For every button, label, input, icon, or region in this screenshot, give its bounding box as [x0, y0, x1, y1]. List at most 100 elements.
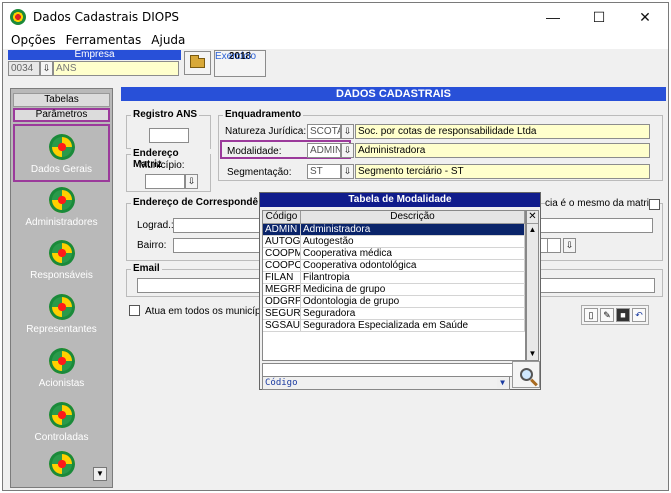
- exercicio-label: Exercício: [215, 51, 257, 62]
- municipio-corresp-field[interactable]: [547, 238, 561, 253]
- row-code: SEGUR: [265, 308, 301, 319]
- exercicio-box: Exercício 2018: [214, 50, 266, 77]
- undo-icon[interactable]: ↶: [632, 308, 646, 322]
- globe-icon: [48, 187, 75, 213]
- close-icon[interactable]: ✕: [527, 211, 538, 224]
- municipio-label: Município:: [139, 160, 185, 171]
- globe-icon: [48, 294, 75, 320]
- registro-ans-field[interactable]: [149, 128, 189, 143]
- nav-scroll-down-button[interactable]: ▼: [93, 467, 107, 481]
- row-desc: Cooperativa odontológica: [301, 260, 525, 271]
- lograd-label: Lograd.:: [137, 220, 174, 231]
- municipio-field[interactable]: [145, 174, 185, 189]
- left-nav: Tabelas Parâmetros Dados Gerais Administ…: [10, 88, 113, 488]
- search-icon: [519, 368, 533, 381]
- atua-todos-checkbox[interactable]: [129, 305, 140, 316]
- tab-tabelas[interactable]: Tabelas: [13, 93, 110, 107]
- empresa-code-field[interactable]: 0034: [8, 61, 40, 76]
- row-code: COOPO: [265, 260, 301, 271]
- table-row[interactable]: MEGRP Medicina de grupo: [263, 284, 525, 296]
- natureza-code-field[interactable]: SCOTA: [307, 124, 341, 139]
- nav-item-representantes[interactable]: Representantes: [13, 286, 110, 344]
- menu-ferramentas[interactable]: Ferramentas: [66, 33, 142, 47]
- search-input[interactable]: [262, 363, 526, 377]
- row-desc: Odontologia de grupo: [301, 296, 525, 307]
- row-code: MEGRP: [265, 284, 301, 295]
- menu-bar: Opções Ferramentas Ajuda: [3, 31, 668, 49]
- table-row[interactable]: COOPM Cooperativa médica: [263, 248, 525, 260]
- modalidade-desc-field: Administradora: [355, 143, 650, 158]
- grid-header: Código Descrição: [263, 211, 525, 224]
- menu-ajuda[interactable]: Ajuda: [151, 33, 185, 47]
- nav-item-responsaveis[interactable]: Responsáveis: [13, 232, 110, 290]
- chevron-down-icon: ▼: [497, 378, 508, 388]
- nav-label: Representantes: [26, 324, 97, 335]
- row-code: ADMIN: [263, 224, 301, 235]
- maximize-button[interactable]: ☐: [576, 3, 622, 31]
- municipio-dropdown-button[interactable]: ⇩: [185, 174, 198, 189]
- window-title: Dados Cadastrais DIOPS: [33, 10, 180, 24]
- segmentacao-code-field[interactable]: ST: [307, 164, 341, 179]
- nav-item-controladas[interactable]: Controladas: [13, 394, 110, 452]
- table-row[interactable]: SEGUR Seguradora: [263, 308, 525, 320]
- nav-item-acionistas[interactable]: Acionistas: [13, 340, 110, 398]
- search-by-value: Código: [265, 378, 298, 388]
- col-desc-header[interactable]: Descrição: [301, 211, 525, 223]
- empresa-name-field[interactable]: ANS: [53, 61, 179, 76]
- bairro-label: Bairro:: [137, 240, 167, 251]
- registro-ans-group: Registro ANS: [126, 109, 211, 149]
- record-toolbar: ▯ ✎ ■ ↶: [581, 305, 649, 325]
- save-icon[interactable]: ■: [616, 308, 630, 322]
- popup-title: Tabela de Modalidade: [260, 193, 540, 207]
- col-code-header[interactable]: Código: [263, 211, 301, 223]
- row-desc: Medicina de grupo: [301, 284, 525, 295]
- same-as-matriz-label: cia é o mesmo da matriz: [545, 198, 654, 209]
- modalidade-label: Modalidade:: [227, 146, 282, 157]
- table-row[interactable]: ODGRP Odontologia de grupo: [263, 296, 525, 308]
- scroll-down-icon[interactable]: ▼: [527, 348, 538, 360]
- grid-scrollbar[interactable]: ✕ ▲ ▼: [526, 210, 539, 361]
- row-code: AUTOG: [265, 236, 301, 247]
- edit-document-icon[interactable]: ✎: [600, 308, 614, 322]
- row-code: ODGRP: [265, 296, 301, 307]
- natureza-label: Natureza Jurídica:: [225, 126, 307, 137]
- row-desc: Cooperativa médica: [301, 248, 525, 259]
- table-row[interactable]: AUTOG Autogestão: [263, 236, 525, 248]
- nav-item-administradores[interactable]: Administradores: [13, 179, 110, 237]
- tab-parametros[interactable]: Parâmetros: [13, 108, 110, 122]
- modalidade-code-field[interactable]: ADMIN: [307, 143, 341, 158]
- table-row[interactable]: FILAN Filantropia: [263, 272, 525, 284]
- row-desc: Seguradora: [301, 308, 525, 319]
- segmentacao-label: Segmentação:: [227, 167, 292, 178]
- globe-icon: [48, 134, 75, 160]
- globe-icon: [48, 348, 75, 374]
- empresa-dropdown-button[interactable]: ⇩: [40, 61, 53, 76]
- menu-opcoes[interactable]: Opções: [11, 33, 56, 47]
- enquadramento-group: Enquadramento Natureza Jurídica: SCOTA ⇩…: [218, 109, 663, 181]
- scroll-up-icon[interactable]: ▲: [527, 224, 538, 236]
- close-button[interactable]: ✕: [622, 3, 668, 31]
- folder-icon: [190, 55, 205, 68]
- modalidade-lookup-dialog: Tabela de Modalidade Código Descrição AD…: [259, 192, 541, 390]
- table-row[interactable]: ADMIN Administradora: [263, 224, 525, 236]
- registro-ans-title: Registro ANS: [131, 109, 200, 120]
- municipio-corresp-dropdown-button[interactable]: ⇩: [563, 238, 576, 253]
- minimize-button[interactable]: —: [530, 3, 576, 31]
- nav-label: Administradores: [25, 217, 98, 228]
- enquadramento-title: Enquadramento: [223, 109, 304, 120]
- search-button[interactable]: [512, 361, 540, 388]
- open-folder-button[interactable]: [184, 51, 211, 75]
- modalidade-dropdown-button[interactable]: ⇩: [341, 143, 354, 158]
- search-by-select[interactable]: Código ▼: [262, 376, 510, 390]
- natureza-dropdown-button[interactable]: ⇩: [341, 124, 354, 139]
- nav-item-dados-gerais[interactable]: Dados Gerais: [13, 124, 110, 182]
- table-row[interactable]: SGSAU Seguradora Especializada em Saúde: [263, 320, 525, 332]
- modalidade-grid: Código Descrição ADMIN Administradora AUTO…: [262, 210, 526, 361]
- segmentacao-dropdown-button[interactable]: ⇩: [341, 164, 354, 179]
- nav-label: Controladas: [34, 432, 89, 443]
- table-row[interactable]: COOPO Cooperativa odontológica: [263, 260, 525, 272]
- endereco-corresp-title: Endereço de Correspondê: [131, 197, 261, 208]
- endereco-matriz-group: Endereço Matriz Município: ⇩: [126, 148, 211, 192]
- same-as-matriz-checkbox[interactable]: [649, 199, 660, 210]
- new-document-icon[interactable]: ▯: [584, 308, 598, 322]
